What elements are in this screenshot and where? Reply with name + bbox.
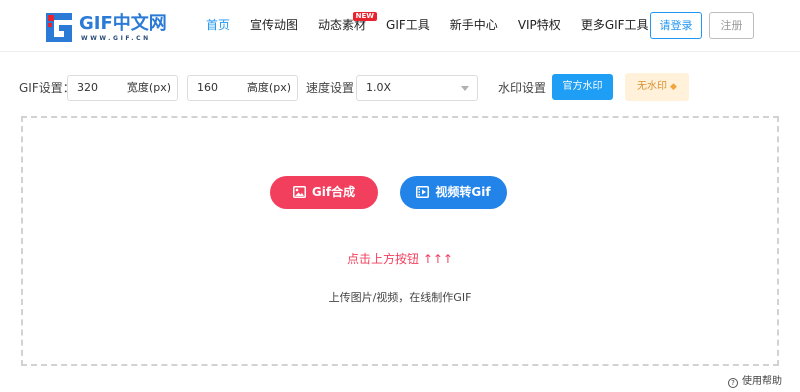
nav-gif-tools-label: GIF工具: [386, 18, 430, 32]
height-value: 160: [197, 81, 218, 94]
watermark-settings-label: 水印设置: [498, 81, 547, 95]
no-watermark-label: 无水印: [637, 81, 668, 92]
login-button[interactable]: 请登录: [650, 12, 702, 39]
logo-title: GIF中文网: [79, 13, 167, 34]
nav-more-tools-label: 更多GIF工具: [580, 18, 649, 32]
register-button[interactable]: 注册: [709, 12, 754, 39]
gif-compose-button[interactable]: Gif合成: [270, 176, 378, 209]
width-unit-label: 宽度(px): [126, 81, 171, 94]
nav-vip[interactable]: VIP特权: [508, 0, 571, 52]
nav-gif-tools[interactable]: GIF工具: [376, 0, 440, 52]
upload-hint-secondary: 上传图片/视频，在线制作GIF: [328, 291, 472, 304]
logo-subtitle: WWW.GIF.CN: [81, 35, 151, 42]
help-link[interactable]: ? 使用帮助: [728, 375, 782, 389]
help-label: 使用帮助: [742, 376, 782, 387]
chevron-down-icon: [461, 86, 469, 91]
nav-home[interactable]: 首页: [196, 0, 240, 52]
nav-dynamic-assets[interactable]: 动态素材 NEW: [308, 0, 378, 52]
nav-more-tools[interactable]: 更多GIF工具: [571, 0, 659, 52]
diamond-icon: ◆: [670, 82, 677, 92]
nav-promo-gifs[interactable]: 宣传动图: [240, 0, 308, 52]
speed-value: 1.0X: [366, 81, 392, 94]
new-badge: NEW: [352, 12, 378, 21]
site-logo[interactable]: GIF中文网 WWW.GIF.CN: [44, 11, 174, 45]
nav-home-label: 首页: [206, 18, 231, 32]
speed-select[interactable]: 1.0X: [356, 75, 478, 101]
height-input[interactable]: 160 高度(px): [187, 75, 298, 101]
no-watermark-button[interactable]: 无水印 ◆: [625, 73, 689, 101]
top-header: GIF中文网 WWW.GIF.CN 首页 宣传动图 动态素材 NEW GIF工具…: [0, 0, 800, 52]
film-icon: [416, 186, 430, 198]
gif-compose-label: Gif合成: [311, 185, 356, 199]
logo-mark-icon: [46, 13, 72, 42]
upload-hint-primary: 点击上方按钮 ↑↑↑: [347, 252, 453, 266]
upload-dropzone[interactable]: [21, 116, 779, 366]
nav-beginner-center-label: 新手中心: [449, 18, 498, 32]
height-unit-label: 高度(px): [246, 81, 291, 94]
image-icon: [292, 186, 306, 198]
nav-beginner-center[interactable]: 新手中心: [440, 0, 508, 52]
video-to-gif-button[interactable]: 视频转Gif: [400, 176, 507, 209]
question-circle-icon: ?: [728, 378, 738, 388]
nav-vip-label: VIP特权: [517, 18, 561, 32]
nav-promo-gifs-label: 宣传动图: [250, 18, 299, 32]
width-input[interactable]: 320 宽度(px): [67, 75, 178, 101]
width-value: 320: [77, 81, 98, 94]
official-watermark-button[interactable]: 官方水印: [552, 74, 613, 100]
main-nav: 首页 宣传动图 动态素材 NEW GIF工具 新手中心 VIP特权 更多GIF工…: [196, 0, 659, 52]
video-to-gif-label: 视频转Gif: [435, 185, 491, 199]
